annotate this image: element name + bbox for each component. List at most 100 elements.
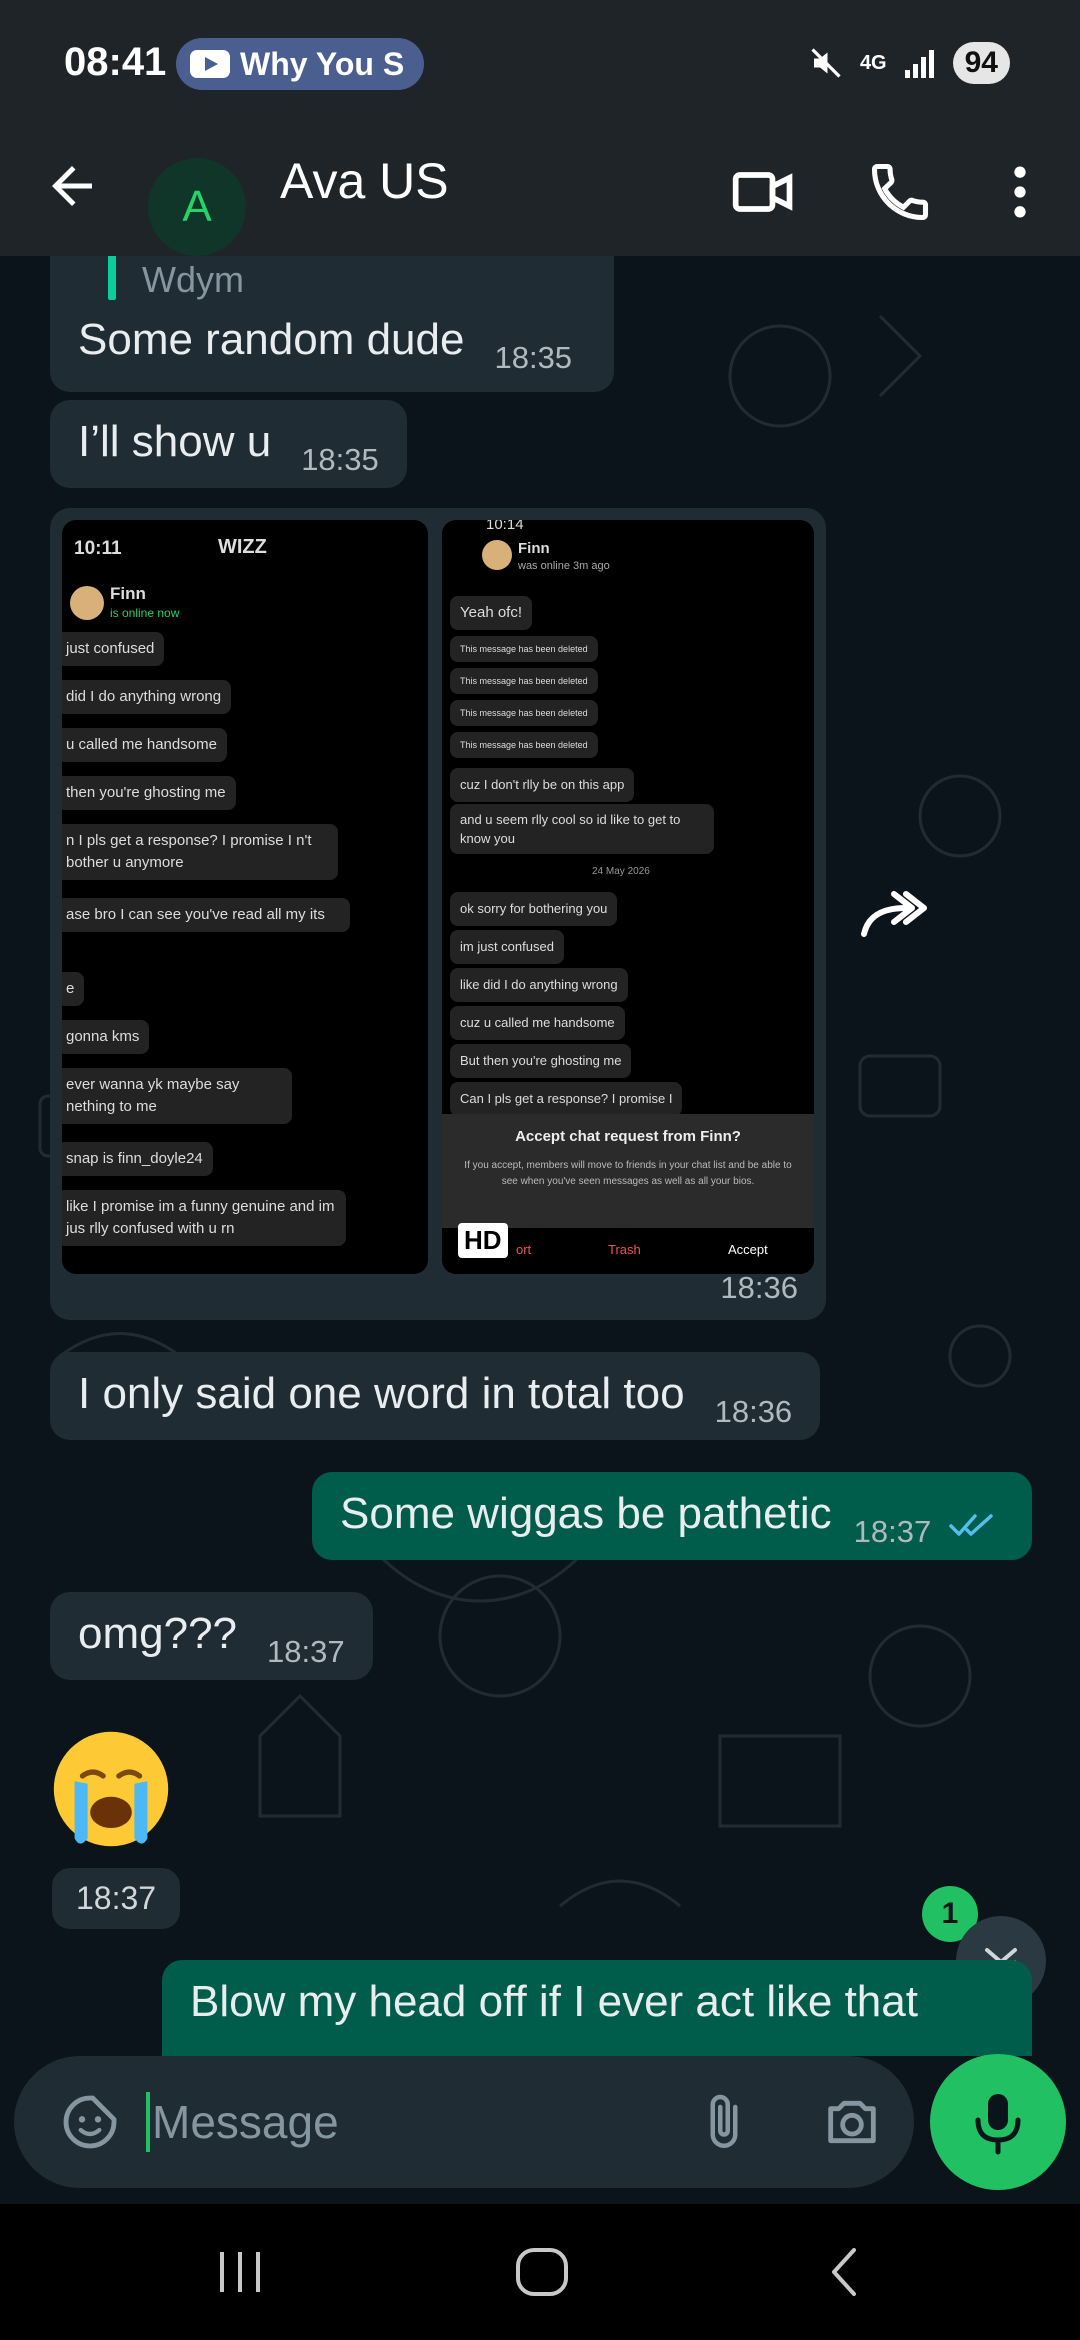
message-bubble-outgoing[interactable]: Some wiggas be pathetic 18:37 [312, 1472, 1032, 1560]
composer [0, 2054, 1080, 2204]
screenshot-message: gonna kms [62, 1020, 150, 1054]
chat-header: A Ava US [0, 128, 1080, 256]
camera-icon[interactable] [820, 2090, 884, 2154]
screenshot-avatar [70, 586, 104, 620]
forward-icon[interactable] [858, 886, 928, 942]
screenshot-message: ever wanna yk maybe say nething to me [62, 1068, 292, 1124]
screenshot-left[interactable]: 10:11 WIZZ Finn is online now just confu… [62, 520, 428, 1274]
screenshot-message: cuz I don't rlly be on this app [450, 768, 635, 802]
message-text: omg??? [78, 1609, 238, 1658]
screenshot-message: ase bro I can see you've read all my its [62, 898, 350, 932]
screenshot-date: 24 May 2026 [592, 866, 650, 877]
message-input-container[interactable] [14, 2056, 914, 2188]
message-time: 18:37 [853, 1514, 932, 1549]
screenshot-message: just confused [62, 632, 165, 666]
screenshot-status: is online now [110, 606, 180, 620]
status-bar: 08:41 Why You S 4G 94 [0, 0, 1080, 128]
message-input[interactable] [152, 2082, 672, 2162]
screenshot-message: then you're ghosting me [62, 776, 236, 810]
youtube-icon [190, 50, 230, 78]
screenshot-message: im just confused [450, 930, 564, 964]
screenshot-message: This message has been deleted [450, 668, 598, 694]
screenshot-avatar [482, 540, 512, 570]
screenshot-message: This message has been deleted [450, 700, 598, 726]
message-time: 18:37 [52, 1868, 181, 1929]
recents-icon[interactable] [210, 2242, 270, 2302]
message-text: I’ll show u [78, 417, 272, 466]
screenshot-message: did I do anything wrong [62, 680, 232, 714]
message-time: 18:37 [267, 1634, 345, 1669]
screenshot-contact: Finn [518, 540, 550, 557]
video-call-icon[interactable] [730, 158, 798, 226]
request-body: If you accept, members will move to frie… [464, 1160, 792, 1187]
quote-bar [108, 256, 116, 300]
screenshot-right[interactable]: 10:14 Finn was online 3m ago Yeah ofc! T… [442, 520, 814, 1274]
screenshot-message: cuz u called me handsome [450, 1006, 625, 1040]
screenshot-message: This message has been deleted [450, 732, 598, 758]
battery-level: 94 [964, 46, 998, 79]
quoted-text: Wdym [142, 259, 244, 300]
more-options-icon[interactable] [986, 158, 1054, 226]
screenshot-app-name: WIZZ [218, 536, 267, 558]
attach-icon[interactable] [694, 2092, 754, 2152]
screenshot-message: Yeah ofc! [450, 596, 532, 630]
screenshot-message: snap is finn_doyle24 [62, 1142, 213, 1176]
screenshot-time: 10:11 [74, 538, 122, 559]
screenshot-message: n I pls get a response? I promise I n't … [62, 824, 338, 880]
screenshot-message: ok sorry for bothering you [450, 892, 618, 926]
message-text: Some wiggas be pathetic [340, 1489, 832, 1538]
request-title: Accept chat request from Finn? [515, 1128, 741, 1145]
message-time: 18:36 [714, 1394, 793, 1429]
avatar-letter: A [182, 182, 212, 231]
message-time: 18:36 [720, 1270, 798, 1305]
message-bubble-outgoing[interactable]: Blow my head off if I ever act like that [162, 1960, 1032, 2056]
screenshot-contact: Finn [110, 584, 146, 603]
status-time: 08:41 [64, 40, 167, 84]
screenshot-status: was online 3m ago [518, 560, 610, 572]
trash-button: Trash [608, 1242, 641, 1257]
sticker-icon[interactable] [58, 2090, 122, 2154]
contact-name[interactable]: Ava US [280, 152, 449, 210]
screenshot-message: like did I do anything wrong [450, 968, 628, 1002]
hd-badge: HD [458, 1223, 508, 1258]
battery-indicator: 94 [952, 42, 1010, 84]
message-bubble-incoming[interactable]: omg??? 18:37 [50, 1592, 373, 1680]
accept-button: Accept [728, 1242, 768, 1257]
media-pill-label: Why You S [240, 45, 405, 82]
text-caret [146, 2092, 150, 2152]
message-text: Blow my head off if I ever act like that [190, 1977, 918, 2026]
screenshot-message: This message has been deleted [450, 636, 598, 662]
image-message[interactable]: 10:11 WIZZ Finn is online now just confu… [50, 508, 826, 1320]
message-text: Some random dude [78, 315, 465, 364]
avatar[interactable]: A [148, 158, 246, 256]
home-icon[interactable] [512, 2242, 572, 2302]
media-pill[interactable]: Why You S [176, 38, 424, 90]
screenshot-time: 10:14 [486, 520, 524, 533]
report-button: ort [516, 1242, 532, 1257]
message-time: 18:35 [301, 442, 379, 477]
screenshot-message: e [62, 972, 85, 1006]
signal-icon [904, 50, 934, 78]
screenshot-message: But then you're ghosting me [450, 1044, 632, 1078]
status-icons: 4G 94 [808, 42, 1010, 84]
screenshot-message: u called me handsome [62, 728, 227, 762]
message-bubble-incoming[interactable]: Wdym Some random dude 18:35 [50, 256, 614, 392]
voice-message-button[interactable] [930, 2054, 1066, 2190]
mute-icon [811, 48, 841, 78]
system-navigation-bar [0, 2204, 1080, 2340]
network-label: 4G [859, 51, 887, 74]
screenshot-message: Can I pls get a response? I promise I [450, 1082, 683, 1116]
microphone-icon [975, 2094, 1021, 2155]
message-bubble-incoming[interactable]: I’ll show u 18:35 [50, 400, 407, 488]
read-receipt-icon [949, 1514, 994, 1536]
crying-face-icon[interactable] [46, 1724, 176, 1854]
phone-icon[interactable] [866, 158, 934, 226]
message-text: I only said one word in total too [78, 1369, 685, 1418]
chat-area[interactable]: Wdym Some random dude 18:35 I’ll show u 18… [0, 256, 1080, 2056]
back-arrow-icon[interactable] [42, 156, 102, 216]
chat-request-panel: Accept chat request from Finn? If you ac… [442, 1114, 814, 1228]
message-bubble-incoming[interactable]: I only said one word in total too 18:36 [50, 1352, 821, 1440]
back-icon[interactable] [816, 2242, 876, 2302]
screenshot-message: like I promise im a funny genuine and im… [62, 1190, 346, 1246]
message-time: 18:35 [494, 340, 573, 375]
